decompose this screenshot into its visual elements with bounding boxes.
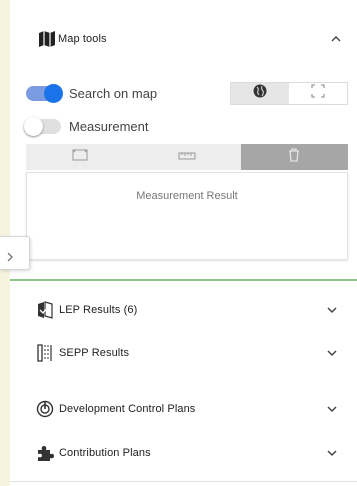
ruler-button[interactable]	[133, 144, 240, 170]
measurement-label: Measurement	[69, 118, 149, 134]
dcp-title: Development Control Plans	[59, 402, 196, 415]
trash-icon	[288, 147, 300, 167]
lep-icon	[35, 300, 55, 320]
search-on-map-toggle[interactable]	[26, 83, 63, 103]
globe-icon	[253, 84, 267, 103]
chevron-up-icon[interactable]	[329, 32, 343, 46]
measurement-result-box: Measurement Result	[26, 172, 348, 260]
chevron-right-icon	[6, 249, 14, 267]
chevron-down-icon[interactable]	[325, 402, 339, 416]
chevron-down-icon[interactable]	[325, 446, 339, 460]
sepp-results-title: SEPP Results	[59, 346, 130, 359]
measurement-toggle[interactable]	[24, 116, 61, 136]
map-tools-title: Map tools	[58, 33, 107, 45]
lep-results-title: LEP Results (6)	[59, 303, 138, 316]
contribution-plans-header[interactable]: Contribution Plans	[10, 424, 357, 482]
sepp-results-header[interactable]: SEPP Results	[10, 324, 357, 382]
search-on-map-label: Search on map	[69, 85, 158, 101]
map-tools-header[interactable]: Map tools	[10, 10, 357, 68]
view-mode-segmented	[230, 82, 348, 105]
measurement-result-label: Measurement Result	[136, 190, 238, 202]
search-on-map-row: Search on map	[26, 83, 157, 103]
fullscreen-button[interactable]	[289, 83, 347, 104]
fullscreen-icon	[311, 84, 325, 103]
measure-toolbar	[26, 144, 348, 170]
globe-button[interactable]	[231, 83, 289, 104]
chevron-down-icon[interactable]	[325, 303, 339, 317]
panel-toggle-tab[interactable]	[0, 236, 30, 270]
contribution-plans-title: Contribution Plans	[59, 446, 151, 459]
sepp-icon	[35, 343, 55, 363]
trash-button[interactable]	[240, 144, 348, 170]
area-measure-button[interactable]	[26, 144, 133, 170]
puzzle-icon	[35, 443, 55, 463]
measurement-row: Measurement	[24, 116, 149, 136]
dcp-icon	[35, 399, 55, 419]
chevron-down-icon[interactable]	[325, 346, 339, 360]
area-measure-icon	[72, 148, 88, 166]
map-icon	[37, 29, 57, 49]
ruler-icon	[178, 148, 196, 166]
